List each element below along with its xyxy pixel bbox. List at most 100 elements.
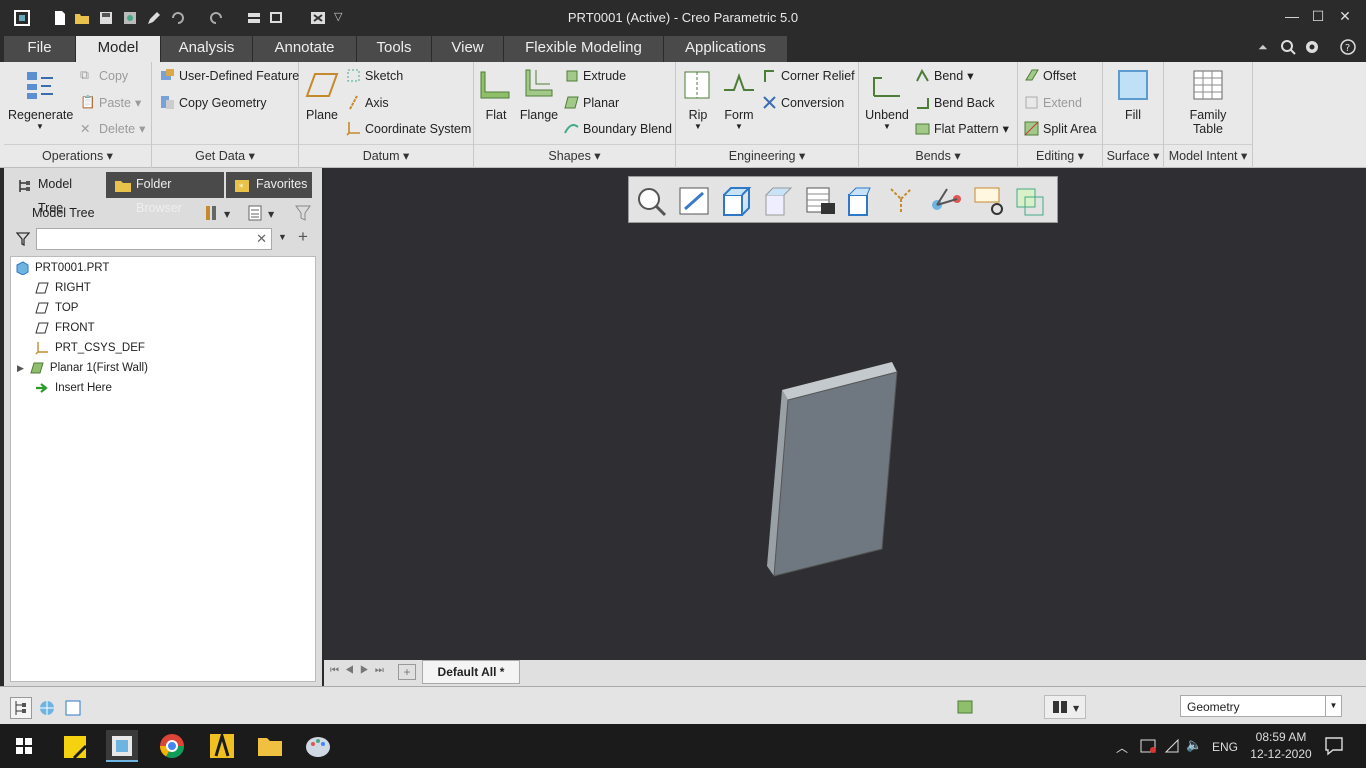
paint-icon[interactable] xyxy=(302,730,334,762)
show-columns-icon[interactable]: ▼ xyxy=(248,204,278,225)
security-tray-icon[interactable] xyxy=(1140,738,1158,757)
editing-group-label[interactable]: Editing ▾ xyxy=(1018,144,1102,164)
zoom-in-icon[interactable] xyxy=(677,185,711,217)
close-button[interactable]: ✕ xyxy=(1335,8,1355,25)
tree-node-csys[interactable]: PRT_CSYS_DEF xyxy=(35,341,145,355)
tree-node-planar[interactable]: ▶ Planar 1(First Wall) xyxy=(17,361,148,375)
bends-group-label[interactable]: Bends ▾ xyxy=(859,144,1017,164)
copy-geometry-button[interactable]: Copy Geometry xyxy=(160,95,267,110)
ribbon-collapse-icon[interactable]: ⏶ xyxy=(1258,40,1268,55)
annotation-display-icon[interactable] xyxy=(929,185,963,217)
windows-start-icon[interactable] xyxy=(8,730,40,762)
autocad-icon[interactable] xyxy=(206,730,238,762)
regen-status-icon[interactable] xyxy=(956,697,976,720)
conversion-button[interactable]: Conversion xyxy=(762,95,844,110)
udf-button[interactable]: User-Defined Feature xyxy=(160,68,299,83)
operations-group-label[interactable]: Operations ▾ xyxy=(4,144,151,164)
tab-model[interactable]: Model xyxy=(76,36,161,62)
delete-button[interactable]: ✕ Delete ▾ xyxy=(80,121,145,137)
volume-icon[interactable]: 🔈 xyxy=(1186,737,1202,753)
search-dropdown-icon[interactable]: ▼ xyxy=(278,232,287,242)
help-icon[interactable]: ? xyxy=(1340,39,1356,58)
settings-icon[interactable] xyxy=(1304,39,1320,58)
minimize-button[interactable]: — xyxy=(1282,8,1302,24)
tab-folder-browser[interactable]: Folder Browser xyxy=(106,172,224,215)
surface-group-label[interactable]: Surface ▾ xyxy=(1103,144,1163,164)
clock[interactable]: 08:59 AM 12-12-2020 xyxy=(1250,730,1312,761)
tab-flexible-modeling[interactable]: Flexible Modeling xyxy=(504,36,664,62)
flat-button[interactable]: Flat xyxy=(478,68,514,122)
rip-button[interactable]: Rip ▼ xyxy=(680,68,716,131)
offset-button[interactable]: Offset xyxy=(1024,68,1076,83)
sketch-button[interactable]: Sketch xyxy=(346,68,403,83)
datum-group-label[interactable]: Datum ▾ xyxy=(299,144,473,164)
corner-relief-button[interactable]: Corner Relief xyxy=(762,68,855,83)
part-model[interactable] xyxy=(754,358,914,588)
copy-button[interactable]: ⧉ Copy xyxy=(80,68,128,83)
add-filter-icon[interactable]: + xyxy=(298,227,308,247)
engineering-group-label[interactable]: Engineering ▾ xyxy=(676,144,858,164)
sheet-tab-default-all[interactable]: Default All * xyxy=(422,660,520,684)
sticky-notes-icon[interactable] xyxy=(58,730,90,762)
refit-icon[interactable] xyxy=(635,185,669,217)
search-help-icon[interactable] xyxy=(1280,39,1296,58)
notifications-icon[interactable] xyxy=(1324,736,1344,759)
planar-button[interactable]: Planar xyxy=(564,95,619,110)
find-button[interactable]: ▼ xyxy=(1044,695,1086,719)
wifi-icon[interactable] xyxy=(1164,738,1182,757)
perspective-icon[interactable] xyxy=(1013,185,1047,217)
tree-settings-icon[interactable]: ▼ xyxy=(204,204,234,225)
tree-node-front[interactable]: FRONT xyxy=(35,321,95,335)
axis-button[interactable]: Axis xyxy=(346,95,389,110)
tab-view[interactable]: View xyxy=(432,36,504,62)
tree-filter-icon[interactable] xyxy=(294,204,314,225)
flat-pattern-button[interactable]: Flat Pattern ▾ xyxy=(915,121,1009,136)
shapes-group-label[interactable]: Shapes ▾ xyxy=(474,144,675,164)
tab-model-tree[interactable]: Model Tree xyxy=(8,172,104,215)
regenerate-button[interactable]: Regenerate ▼ xyxy=(8,68,73,131)
flange-button[interactable]: Flange xyxy=(518,68,560,122)
extrude-button[interactable]: Extrude xyxy=(564,68,626,83)
tree-node-insert-here[interactable]: Insert Here xyxy=(35,381,112,395)
maximize-button[interactable]: ☐ xyxy=(1308,8,1328,25)
split-area-button[interactable]: Split Area xyxy=(1024,121,1097,136)
show-navigator-icon[interactable] xyxy=(10,697,32,719)
tree-node-part[interactable]: PRT0001.PRT xyxy=(15,261,109,275)
clear-search-icon[interactable]: ✕ xyxy=(256,231,267,247)
browser-icon[interactable] xyxy=(38,699,56,720)
get-data-group-label[interactable]: Get Data ▾ xyxy=(152,144,298,164)
form-button[interactable]: Form ▼ xyxy=(720,68,758,131)
coordinate-system-button[interactable]: Coordinate System xyxy=(346,121,471,136)
add-sheet-button[interactable]: + xyxy=(398,664,416,680)
tab-favorites[interactable]: * Favorites xyxy=(226,172,312,198)
graphics-window[interactable] xyxy=(324,168,1366,660)
unbend-button[interactable]: Unbend ▼ xyxy=(863,68,911,131)
tab-analysis[interactable]: Analysis xyxy=(161,36,253,62)
saved-orientations-icon[interactable] xyxy=(761,185,795,217)
extend-button[interactable]: Extend xyxy=(1024,95,1082,110)
sheet-navigation-icons[interactable]: ⏮◀▶⏭ xyxy=(330,665,390,676)
tree-node-top[interactable]: TOP xyxy=(35,301,78,315)
chrome-icon[interactable] xyxy=(156,730,188,762)
bend-back-button[interactable]: Bend Back xyxy=(915,95,994,110)
expand-arrow-icon[interactable]: ▶ xyxy=(17,363,24,374)
view-manager-icon[interactable] xyxy=(803,185,837,217)
tab-annotate[interactable]: Annotate xyxy=(253,36,357,62)
file-explorer-icon[interactable] xyxy=(254,730,286,762)
boundary-blend-button[interactable]: Boundary Blend xyxy=(564,121,672,136)
display-style-icon[interactable] xyxy=(845,185,879,217)
paste-button[interactable]: 📋 Paste ▾ xyxy=(80,95,141,110)
language-indicator[interactable]: ENG xyxy=(1212,740,1238,754)
fill-button[interactable]: Fill xyxy=(1109,68,1157,122)
tree-search-input[interactable]: ✕ xyxy=(36,228,272,250)
datum-display-icon[interactable] xyxy=(887,185,921,217)
model-intent-group-label[interactable]: Model Intent ▾ xyxy=(1164,144,1252,164)
creo-taskbar-icon[interactable] xyxy=(106,730,138,762)
plane-button[interactable]: Plane xyxy=(303,68,341,122)
tab-tools[interactable]: Tools xyxy=(357,36,432,62)
repaint-icon[interactable] xyxy=(719,185,753,217)
family-table-button[interactable]: Family Table xyxy=(1170,68,1246,136)
spin-center-icon[interactable] xyxy=(971,185,1005,217)
show-hidden-icons[interactable]: ︿ xyxy=(1116,739,1128,756)
tab-file[interactable]: File xyxy=(4,36,76,62)
